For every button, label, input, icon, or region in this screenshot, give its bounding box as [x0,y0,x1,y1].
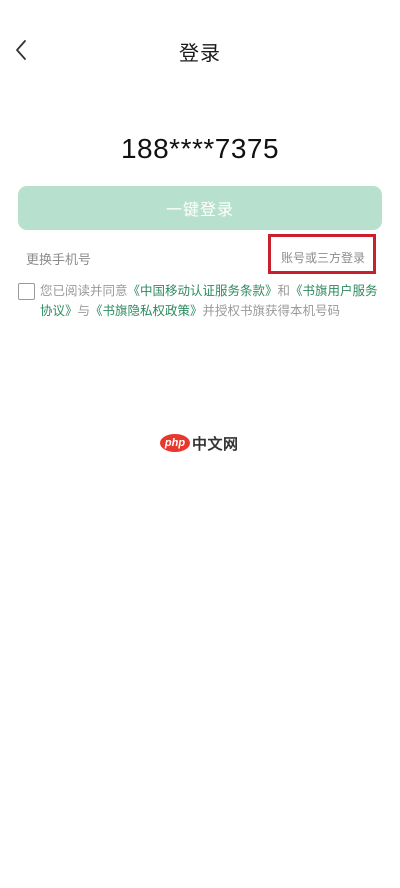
agreement-suffix: 并授权书旗获得本机号码 [202,303,341,318]
page-title: 登录 [179,41,221,65]
cmcc-terms-link[interactable]: 《中国移动认证服务条款》 [128,283,278,298]
agreement-and: 和 [277,283,291,298]
checkbox-unchecked-icon[interactable] [18,283,35,300]
change-phone-link[interactable]: 更换手机号 [26,249,91,268]
nav-bar: 登录 [0,0,400,100]
masked-phone-number: 188****7375 [120,133,280,164]
one-click-login-button[interactable]: 一键登录 [18,186,382,230]
account-or-third-party-login-link[interactable]: 账号或三方登录 [270,249,376,266]
agreement-prefix: 您已阅读并同意 [40,283,128,298]
agreement-with: 与 [77,303,91,318]
privacy-policy-link[interactable]: 《书旗隐私权政策》 [90,303,203,318]
agreement-text: 您已阅读并同意《中国移动认证服务条款》和《书旗用户服务协议》与《书旗隐私权政策》… [40,281,382,321]
php-logo-icon: php [160,434,190,452]
watermark: php 中文网 [160,432,239,454]
watermark-text: 中文网 [192,434,239,453]
